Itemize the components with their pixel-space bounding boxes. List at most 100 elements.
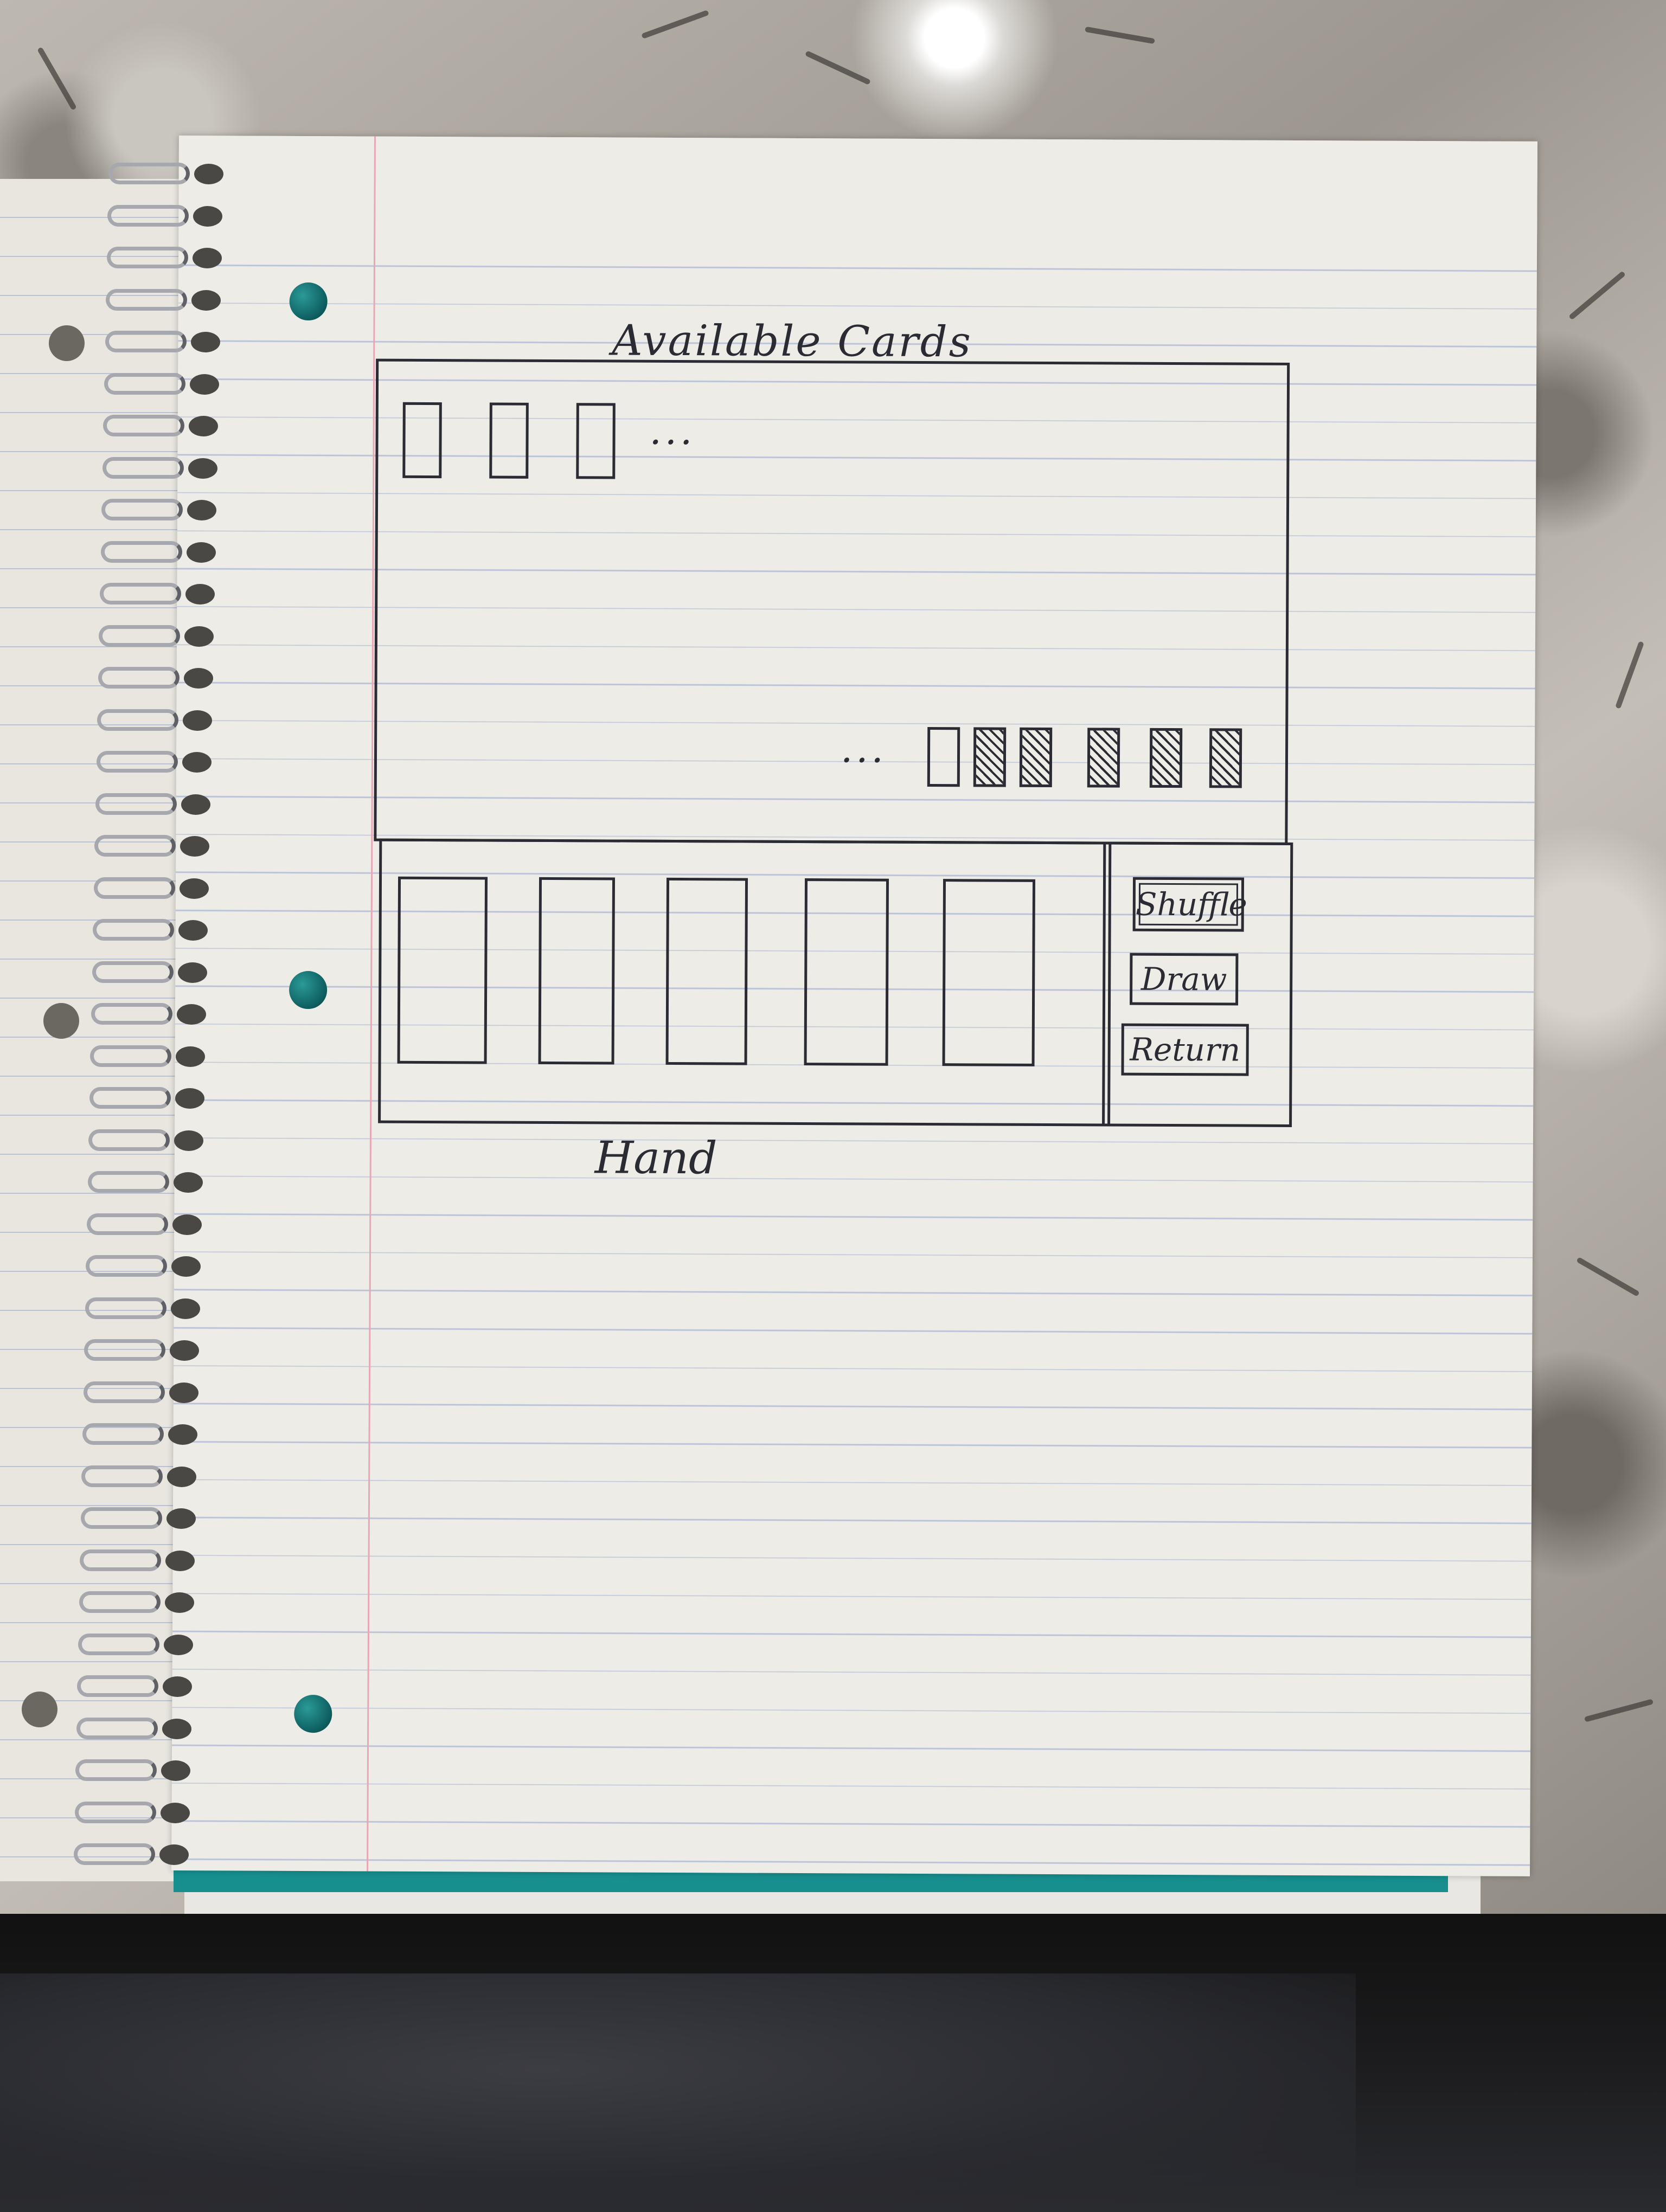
spiral-ring — [106, 247, 188, 268]
hand-card[interactable] — [397, 876, 488, 1064]
binding-hole — [162, 1718, 191, 1739]
spiral-ring — [104, 372, 185, 395]
spiral-ring — [80, 1507, 162, 1529]
binding-hole — [192, 248, 222, 268]
hand-card[interactable] — [942, 879, 1036, 1066]
spiral-ring — [74, 1801, 156, 1823]
counter-fleck — [1584, 1699, 1654, 1722]
return-button[interactable]: Return — [1121, 1023, 1249, 1076]
spiral-coil — [78, 1633, 197, 1657]
spiral-coil — [93, 919, 212, 943]
margin-line — [367, 136, 376, 1872]
hand-card[interactable] — [665, 877, 748, 1065]
binding-hole — [173, 1172, 203, 1193]
hand-card[interactable] — [804, 878, 889, 1066]
hand-card[interactable] — [538, 877, 616, 1065]
counter-fleck — [641, 10, 709, 39]
spiral-coil — [88, 1129, 208, 1153]
spiral-coil — [80, 1507, 200, 1531]
spiral-ring — [93, 919, 175, 941]
binding-hole — [159, 1844, 189, 1865]
discard-card-hatched[interactable] — [973, 727, 1007, 787]
spiral-coil — [93, 877, 213, 901]
spiral-ring — [88, 1129, 170, 1151]
spiral-ring — [102, 456, 184, 479]
spiral-coil — [94, 835, 214, 859]
spiral-ring — [94, 835, 176, 857]
page-header-blank — [178, 136, 1537, 234]
draw-button[interactable]: Draw — [1130, 953, 1239, 1006]
binding-hole — [185, 584, 215, 605]
spiral-coil — [90, 1045, 209, 1069]
spiral-coil — [83, 1381, 203, 1405]
binding-hole — [163, 1676, 193, 1697]
spiral-ring — [86, 1255, 168, 1277]
spiral-ring — [87, 1171, 169, 1193]
spiral-ring — [82, 1423, 164, 1445]
available-card[interactable] — [489, 402, 529, 479]
spiral-ring — [74, 1843, 155, 1865]
spiral-coil — [103, 415, 222, 439]
binding-hole — [186, 542, 216, 563]
binding-hole — [165, 1550, 195, 1571]
spiral-coil — [82, 1423, 202, 1447]
available-card[interactable] — [402, 402, 442, 479]
discard-card-hatched[interactable] — [1019, 727, 1053, 788]
binding-hole — [177, 1004, 206, 1025]
discard-card-hatched[interactable] — [1149, 728, 1183, 788]
spiral-coil — [81, 1465, 201, 1489]
spiral-coil — [77, 1675, 196, 1699]
spiral-coil — [101, 499, 221, 523]
spiral-coil — [108, 163, 228, 187]
spiral-ring — [106, 288, 188, 311]
binding-hole — [164, 1592, 194, 1613]
available-cards-title: Available Cards — [612, 316, 972, 367]
spiral-ring — [91, 1003, 172, 1025]
binding-hole — [190, 332, 220, 352]
discard-card-hatched[interactable] — [1087, 728, 1120, 788]
spiral-ring — [96, 751, 178, 773]
spiral-ring — [103, 415, 185, 436]
spiral-coil — [106, 247, 226, 271]
discard-more-indicator: ... — [840, 726, 887, 771]
spiral-ring — [93, 877, 175, 899]
discard-card[interactable] — [927, 727, 960, 787]
binding-hole — [164, 1634, 193, 1655]
spiral-coil — [92, 961, 212, 985]
binding-hole — [193, 205, 223, 227]
binding-hole — [187, 500, 217, 520]
binding-hole — [183, 668, 213, 689]
spiral-ring — [76, 1717, 158, 1739]
counter-fleck — [1615, 641, 1644, 709]
spiral-ring — [100, 583, 181, 605]
discard-card-hatched[interactable] — [1209, 728, 1242, 788]
binding-hole — [179, 878, 209, 899]
return-button-label: Return — [1130, 1031, 1241, 1069]
spiral-coil — [80, 1549, 199, 1573]
counter-fleck — [1085, 26, 1155, 44]
spiral-ring — [97, 709, 179, 731]
available-card[interactable] — [576, 403, 616, 479]
binding-hole — [176, 1046, 206, 1067]
punch-hole — [294, 1694, 332, 1733]
shuffle-button[interactable]: Shuffle — [1132, 877, 1247, 932]
binding-hole — [178, 920, 208, 941]
spiral-coil — [106, 288, 225, 313]
spiral-ring — [105, 331, 187, 352]
spiral-coil — [87, 1213, 206, 1237]
hand-title: Hand — [594, 1132, 717, 1185]
spiral-coil — [85, 1297, 204, 1321]
spiral-ring — [100, 541, 182, 563]
binding-hole — [191, 290, 221, 311]
spiral-ring — [92, 961, 174, 983]
binding-hole — [161, 1760, 191, 1781]
counter-fleck — [804, 50, 872, 86]
binding-hole — [166, 1508, 196, 1529]
binding-hole — [167, 1466, 197, 1487]
spiral-ring — [87, 1213, 168, 1235]
punch-hole — [22, 1692, 57, 1727]
binding-hole — [168, 1424, 197, 1445]
spiral-ring — [107, 204, 189, 227]
spiral-ring — [78, 1633, 159, 1655]
binding-hole — [180, 836, 210, 857]
